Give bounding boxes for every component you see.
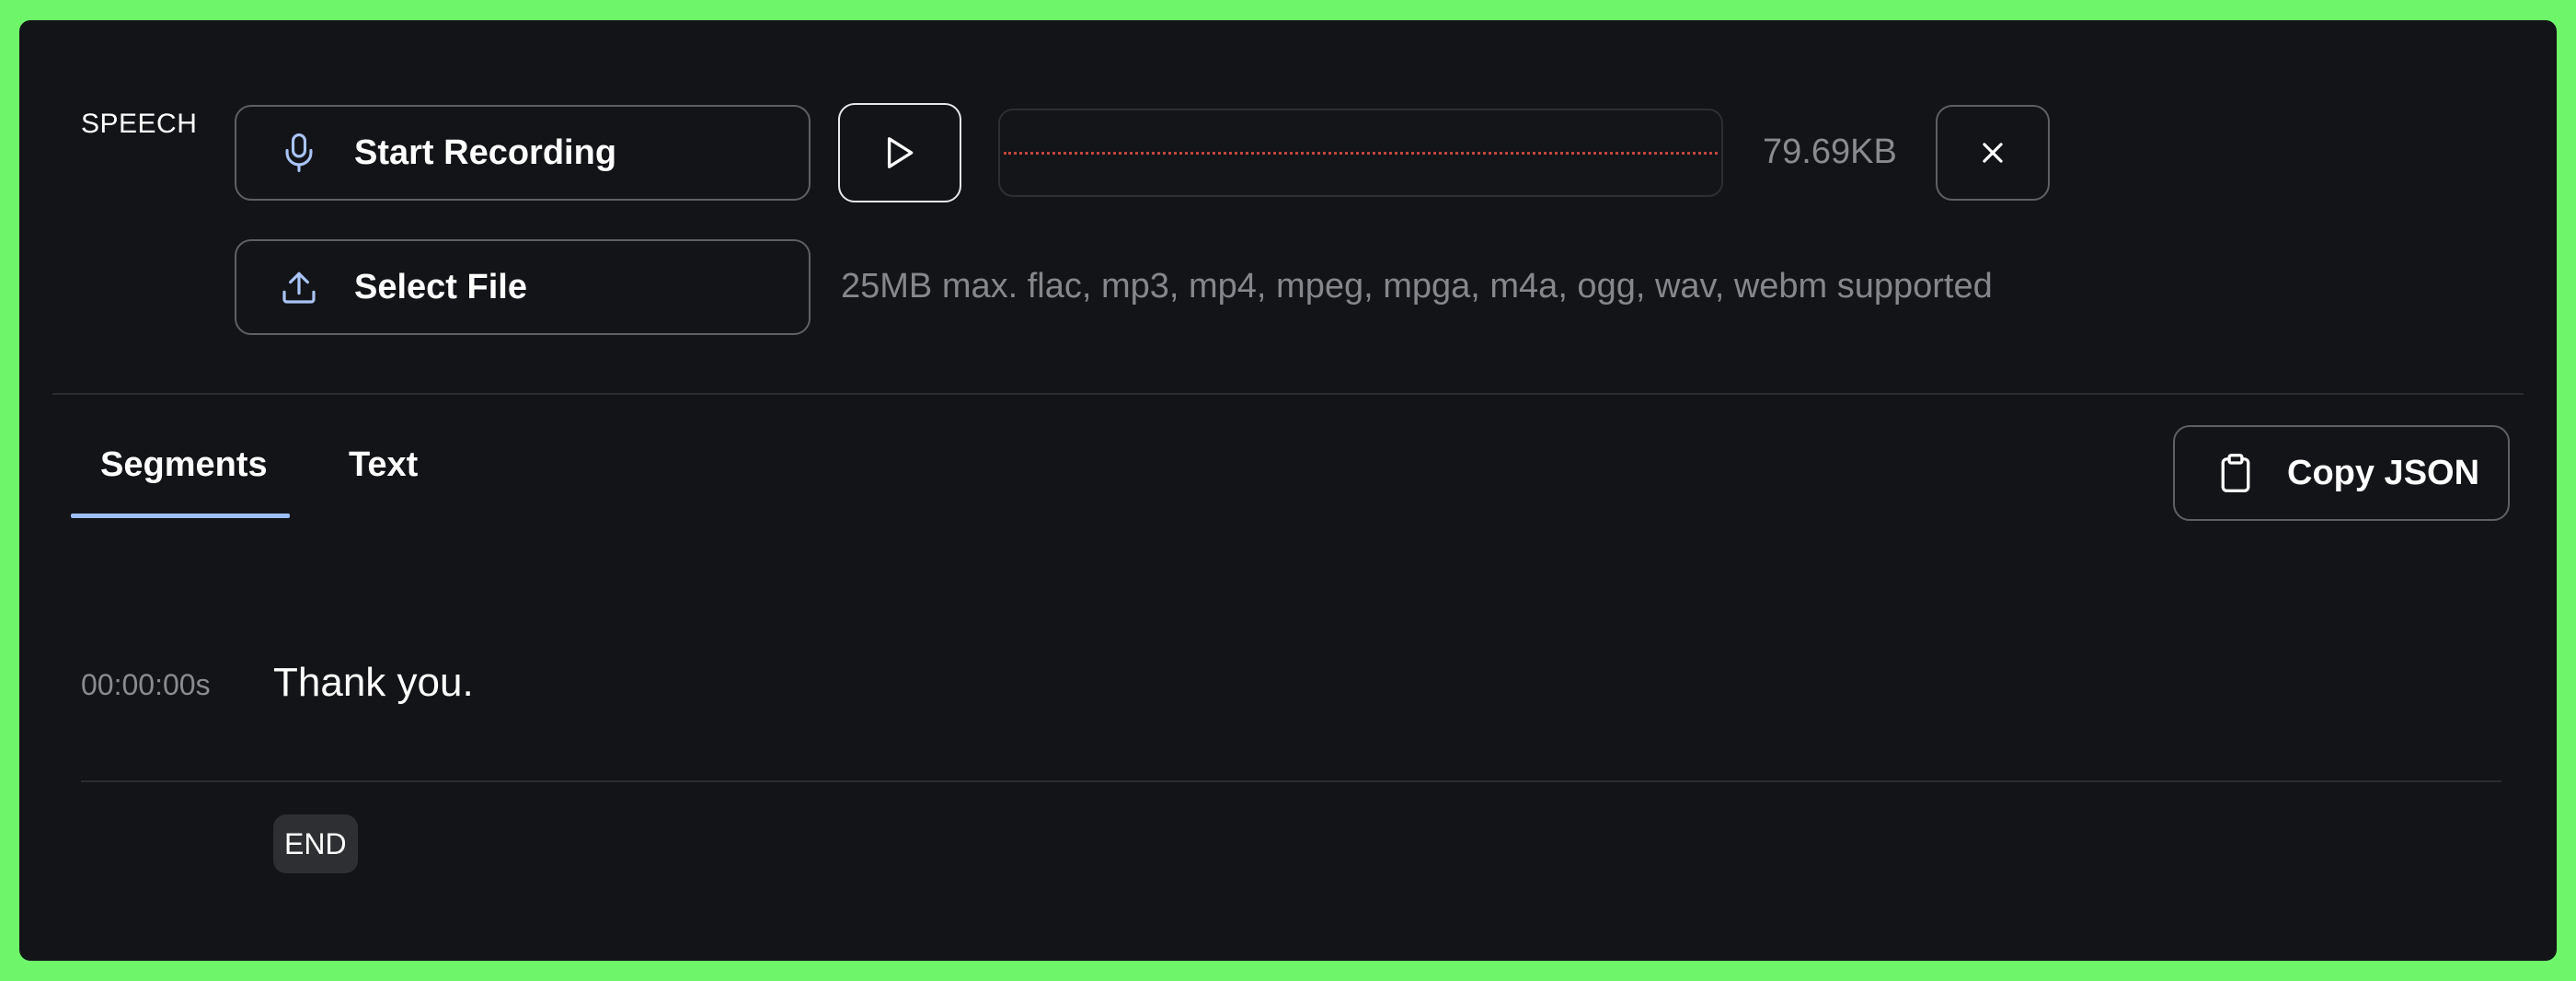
segment-text: Thank you. [273,660,474,705]
play-button[interactable] [838,103,961,202]
file-size: 79.69KB [1763,133,1897,171]
supported-formats-hint: 25MB max. flac, mp3, mp4, mpeg, mpga, m4… [841,267,1993,306]
play-icon [884,135,915,170]
section-divider [52,393,2524,395]
clipboard-icon [2215,451,2256,495]
copy-json-button[interactable]: Copy JSON [2173,425,2510,521]
microphone-icon [277,131,321,175]
close-icon [1981,141,2005,165]
speech-panel: SPEECH Start Recording 79.69KB Select Fi… [19,20,2557,961]
active-tab-indicator [71,514,290,518]
speech-label: SPEECH [81,109,198,139]
copy-json-label: Copy JSON [2287,453,2480,492]
select-file-label: Select File [354,267,527,306]
start-recording-label: Start Recording [354,133,617,172]
tab-text[interactable]: Text [349,445,418,485]
clear-audio-button[interactable] [1936,105,2050,201]
end-badge: END [273,814,358,873]
segment-divider [81,780,2501,782]
start-recording-button[interactable]: Start Recording [235,105,811,201]
waveform-line [1004,152,1718,155]
segment-timestamp: 00:00:00s [81,668,211,701]
audio-waveform[interactable] [998,109,1723,197]
select-file-button[interactable]: Select File [235,239,811,335]
tab-segments[interactable]: Segments [100,445,268,485]
upload-icon [277,265,321,309]
